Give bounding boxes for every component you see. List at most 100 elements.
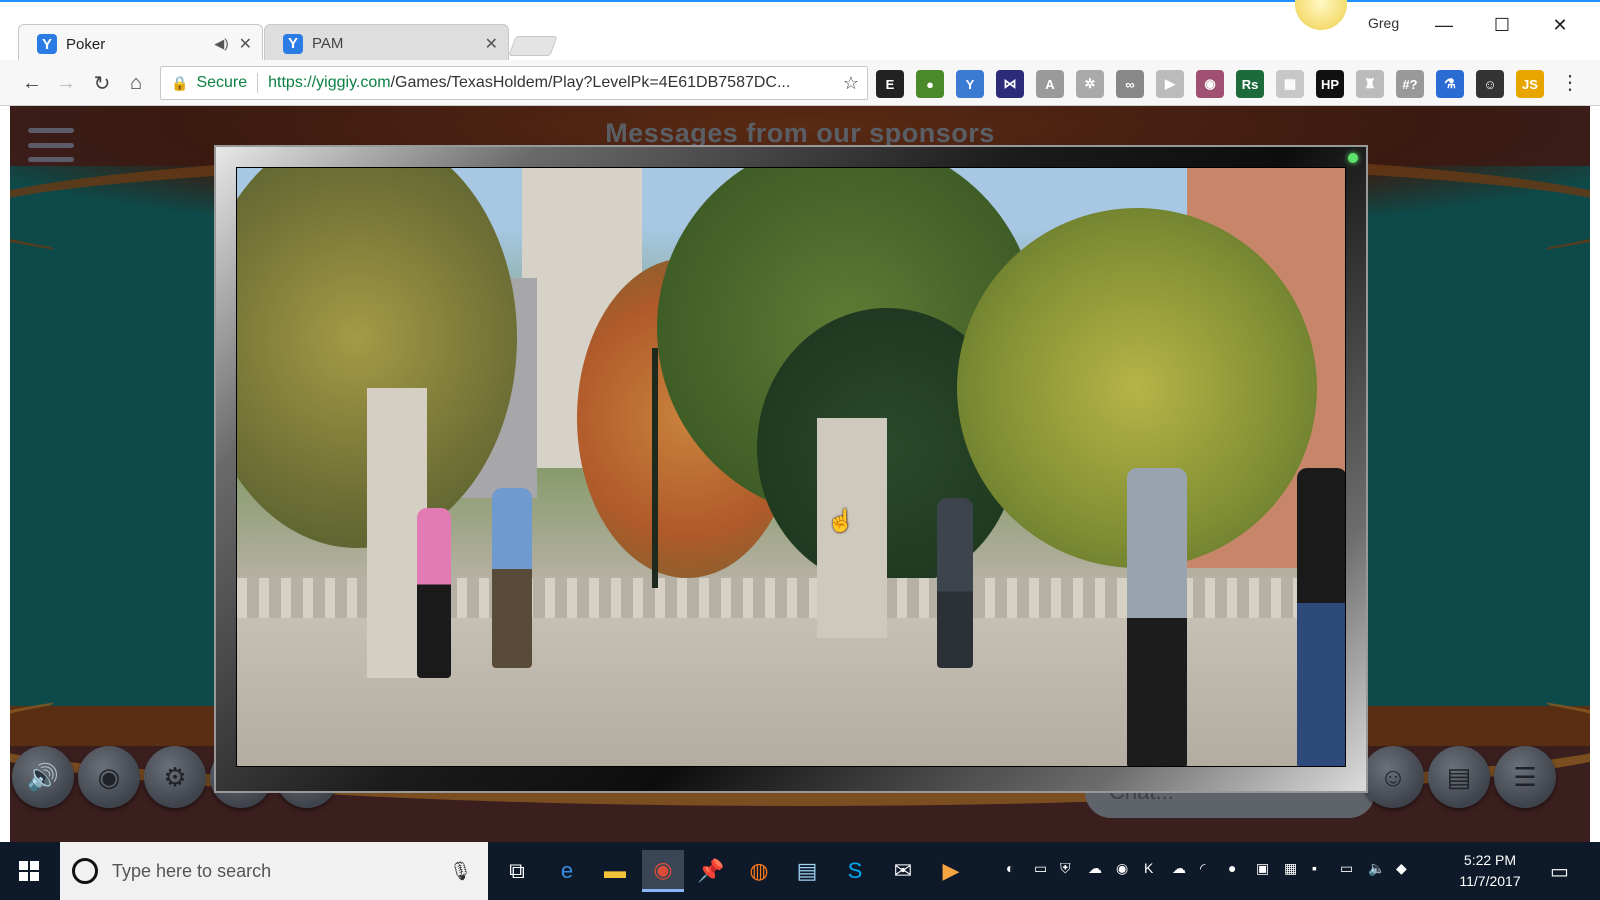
weather-icon[interactable]: ●: [1228, 860, 1236, 876]
notepad-icon[interactable]: ▤: [786, 850, 828, 892]
close-window-icon[interactable]: ✕: [1532, 10, 1588, 40]
url-text[interactable]: https://yiggiy.com/Games/TexasHoldem/Pla…: [268, 74, 835, 92]
hand-cursor-icon: ☝: [827, 508, 855, 533]
secure-label: Secure: [196, 74, 248, 91]
tray-app-icon[interactable]: ▪: [1312, 860, 1317, 876]
onedrive-icon[interactable]: ☁: [1088, 860, 1102, 877]
firefox-icon[interactable]: ◍: [738, 850, 780, 892]
pin-icon[interactable]: 📌: [690, 850, 732, 892]
speaker-icon[interactable]: 🔊: [12, 746, 74, 808]
tray-app-icon[interactable]: ◆: [1396, 860, 1407, 877]
url-host: https://yiggiy.com: [268, 74, 391, 91]
clock-date: 11/7/2017: [1459, 873, 1521, 889]
sponsor-video[interactable]: ☝: [236, 167, 1346, 767]
new-tab-button[interactable]: [508, 36, 558, 56]
yiggiy-favicon-icon: Y: [37, 34, 57, 54]
search-placeholder: Type here to search: [112, 860, 272, 881]
forward-icon[interactable]: →: [52, 69, 80, 97]
close-tab-icon[interactable]: ✕: [485, 34, 498, 54]
hp-icon[interactable]: HP: [1316, 70, 1344, 98]
browser-toolbar: ← → ↻ ⌂ 🔒 Secure https://yiggiy.com/Game…: [0, 60, 1600, 106]
close-tab-icon[interactable]: ✕: [239, 34, 252, 54]
video-person: [1297, 468, 1345, 766]
back-icon[interactable]: ←: [18, 69, 46, 97]
chrome-menu-icon[interactable]: ⋮: [1560, 70, 1580, 95]
chat-icon[interactable]: ▤: [1428, 746, 1490, 808]
address-bar[interactable]: 🔒 Secure https://yiggiy.com/Games/TexasH…: [160, 66, 868, 100]
chrome-icon[interactable]: ◉: [642, 850, 684, 892]
shield-icon[interactable]: ⛨: [1060, 860, 1071, 877]
tray-app-icon[interactable]: ▭: [1034, 860, 1047, 877]
tab-poker[interactable]: Y Poker ◀) ✕: [18, 24, 263, 63]
tray-app-icon[interactable]: ▣: [1256, 860, 1269, 877]
url-path: /Games/TexasHoldem/Play?LevelPk=4E61DB75…: [390, 74, 791, 91]
file-explorer-icon[interactable]: ▬: [594, 850, 636, 892]
video-person: [1127, 468, 1187, 766]
profile-name[interactable]: Greg: [1368, 15, 1399, 31]
smiley-icon[interactable]: ☺: [1476, 70, 1504, 98]
tray-chrome-icon[interactable]: ◉: [1116, 860, 1128, 877]
action-center-icon[interactable]: ▭: [1550, 859, 1569, 884]
maximize-icon[interactable]: ☐: [1474, 10, 1530, 40]
visual-studio-icon[interactable]: ⋈: [996, 70, 1024, 98]
tab-pam[interactable]: Y PAM ✕: [264, 24, 509, 62]
js-icon[interactable]: JS: [1516, 70, 1544, 98]
tab-label: PAM: [312, 35, 344, 52]
rs-icon[interactable]: Rs: [1236, 70, 1264, 98]
battery-icon[interactable]: ▭: [1340, 860, 1353, 877]
windows-start-icon[interactable]: [0, 842, 58, 900]
audio-playing-icon[interactable]: ◀): [214, 36, 228, 52]
cloud-icon[interactable]: ☁: [1172, 860, 1186, 877]
yiggiy-icon[interactable]: Y: [956, 70, 984, 98]
glasses-icon[interactable]: ∞: [1116, 70, 1144, 98]
owl-icon[interactable]: ◉: [1196, 70, 1224, 98]
video-person: [492, 488, 532, 668]
lock-icon: 🔒: [171, 74, 189, 91]
minimize-icon[interactable]: —: [1416, 10, 1472, 40]
translate-icon[interactable]: A: [1036, 70, 1064, 98]
task-view-icon[interactable]: ⧉: [496, 850, 538, 892]
volume-icon[interactable]: 🔈: [1368, 860, 1385, 877]
play-ext-icon[interactable]: ▶: [1156, 70, 1184, 98]
video-lamp-post: [652, 348, 658, 588]
tray-k-icon[interactable]: K: [1144, 860, 1153, 876]
leaf-icon[interactable]: ●: [916, 70, 944, 98]
bookmark-star-icon[interactable]: ☆: [835, 73, 867, 94]
evernote-icon[interactable]: E: [876, 70, 904, 98]
cortana-icon[interactable]: [72, 858, 98, 884]
clock-time: 5:22 PM: [1463, 852, 1517, 868]
skype-icon[interactable]: S: [834, 850, 876, 892]
settings-icon[interactable]: ⚙: [144, 746, 206, 808]
gear-ext-icon[interactable]: ✲: [1076, 70, 1104, 98]
flask-icon[interactable]: ⚗: [1436, 70, 1464, 98]
tray-app-icon[interactable]: ◐: [1006, 860, 1014, 876]
shirt-icon[interactable]: ♜: [1356, 70, 1384, 98]
edge-icon[interactable]: e: [546, 850, 588, 892]
microphone-icon[interactable]: 🎙: [449, 861, 472, 882]
windows-taskbar: Type here to search 🎙 ⧉ e ▬ ◉ 📌 ◍ ▤ S ✉ ▶ ◐ ▭ ⛨ ☁…: [0, 842, 1600, 900]
emoji-icon[interactable]: ☺: [1362, 746, 1424, 808]
network-icon[interactable]: ◜: [1200, 860, 1205, 877]
ad-status-light: [1348, 153, 1358, 163]
taskbar-clock[interactable]: 5:22 PM 11/7/2017: [1452, 850, 1528, 892]
hash-icon[interactable]: #?: [1396, 70, 1424, 98]
eye-icon[interactable]: ◉: [78, 746, 140, 808]
home-icon[interactable]: ⌂: [122, 69, 150, 97]
mail-icon[interactable]: ✉: [882, 850, 924, 892]
omnibox-separator: [257, 73, 259, 93]
taskbar-search[interactable]: Type here to search 🎙: [60, 842, 488, 900]
media-icon[interactable]: ▶: [930, 850, 972, 892]
grid-icon[interactable]: ▦: [1276, 70, 1304, 98]
tab-label: Poker: [66, 35, 106, 53]
tray-app-icon[interactable]: ▦: [1284, 860, 1297, 877]
video-person: [417, 508, 451, 678]
yiggiy-favicon-icon: Y: [283, 33, 303, 54]
video-person: [937, 498, 973, 668]
reload-icon[interactable]: ↻: [88, 69, 116, 97]
browser-window: Y Poker ◀) ✕ Y PAM ✕ Greg — ☐ ✕ ← → ↻ ⌂ …: [0, 0, 1600, 844]
list-icon[interactable]: ☰: [1494, 746, 1556, 808]
profile-avatar-icon[interactable]: [1295, 0, 1347, 30]
game-viewport: Messages from our sponsors 🔊 ◉ ⚙ ? ⚲ Cha…: [10, 106, 1590, 844]
tab-strip: Y Poker ◀) ✕ Y PAM ✕ Greg — ☐ ✕: [0, 0, 1600, 63]
extensions-bar: E ● Y ⋈ A ✲ ∞ ▶ ◉ Rs ▦ HP ♜ #? ⚗ ☺ JS: [876, 70, 1544, 98]
